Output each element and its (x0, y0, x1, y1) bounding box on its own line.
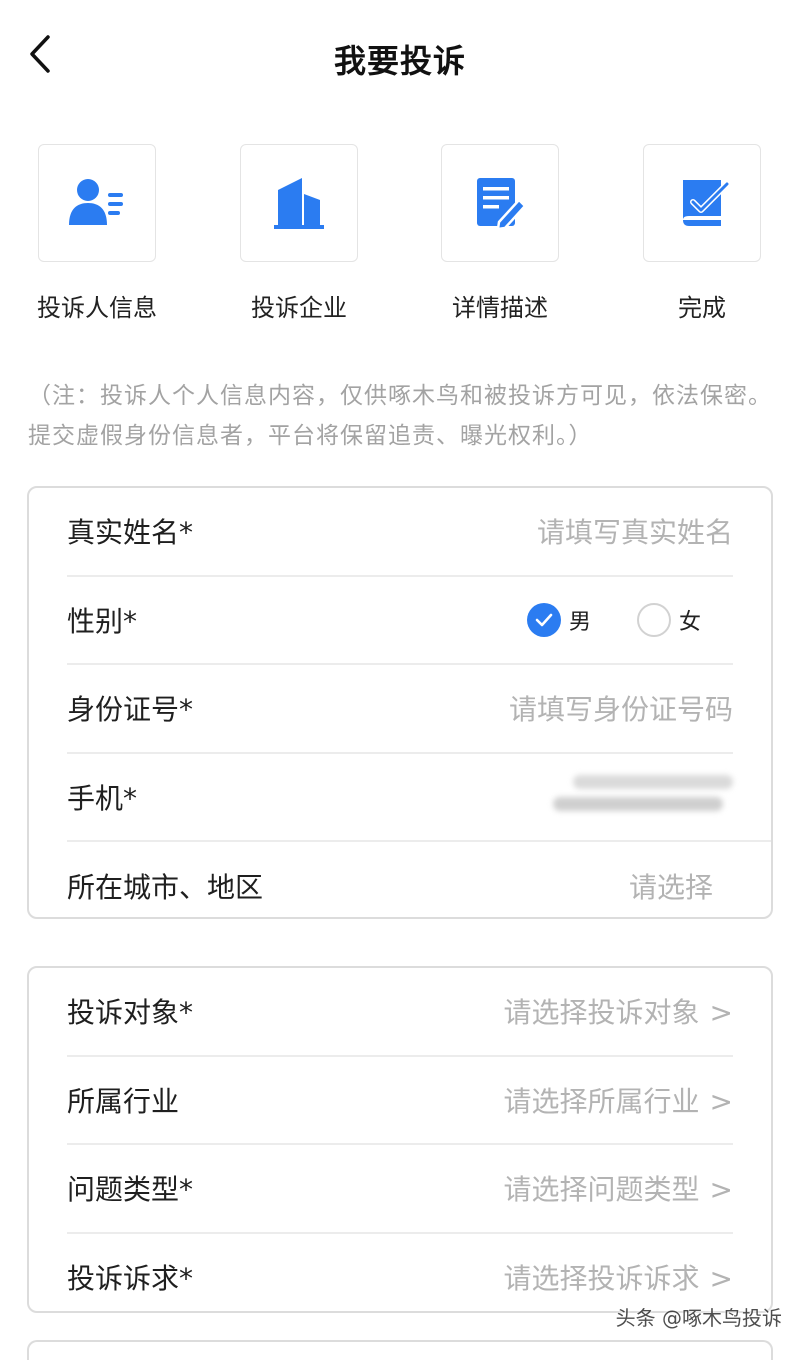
gender-female-radio[interactable]: 女 (636, 602, 701, 637)
name-label: 真实姓名* (67, 516, 194, 550)
demand-select[interactable]: 请选择投诉诉求 > (504, 1257, 733, 1297)
check-book-icon (683, 180, 729, 226)
step-icon-box (240, 144, 358, 262)
demand-label: 投诉诉求* (67, 1262, 194, 1296)
complaint-target-placeholder: 请选择投诉对象 (503, 996, 700, 1030)
id-number-row[interactable]: 身份证号* 请填写身份证号码 (67, 665, 733, 754)
document-edit-icon (477, 178, 527, 230)
person-card-icon (69, 179, 123, 225)
step-indicator: 投诉人信息 投诉企业 详情描述 完成 (0, 144, 800, 334)
issue-type-row[interactable]: 问题类型* 请选择问题类型 > (67, 1145, 733, 1234)
demand-placeholder: 请选择投诉诉求 (503, 1262, 700, 1296)
complaint-info-card: 投诉对象* 请选择投诉对象 > 所属行业 请选择所属行业 > 问题类型* 请选择问题… (27, 966, 773, 1313)
issue-type-label: 问题类型* (67, 1173, 194, 1207)
phone-input-redacted[interactable] (553, 773, 733, 821)
industry-row[interactable]: 所属行业 请选择所属行业 > (67, 1057, 733, 1146)
radio-unchecked-icon (636, 602, 671, 637)
chevron-right-icon: > (709, 1262, 733, 1296)
step-complete[interactable]: 完成 (602, 144, 800, 323)
gender-radio-group: 男 女 (526, 602, 701, 637)
industry-select[interactable]: 请选择所属行业 > (504, 1080, 733, 1120)
complaint-target-label: 投诉对象* (67, 996, 194, 1030)
watermark: 头条 @啄木鸟投诉 (615, 1306, 782, 1330)
step-label: 投诉企业 (251, 294, 347, 322)
step-complainant-info[interactable]: 投诉人信息 (0, 144, 197, 323)
name-row[interactable]: 真实姓名* 请填写真实姓名 (67, 488, 733, 577)
industry-label: 所属行业 (67, 1084, 180, 1118)
step-label: 详情描述 (452, 294, 548, 322)
step-label: 投诉人信息 (37, 294, 157, 322)
name-input[interactable]: 请填写真实姓名 (537, 511, 733, 551)
header: 我要投诉 (0, 0, 800, 110)
step-icon-box (643, 144, 761, 262)
issue-type-placeholder: 请选择问题类型 (503, 1173, 700, 1207)
gender-male-label: 男 (568, 609, 591, 635)
phone-label: 手机* (67, 782, 138, 816)
chevron-right-icon: > (709, 1084, 733, 1118)
building-icon (274, 178, 324, 229)
step-icon-box (441, 144, 559, 262)
step-label: 完成 (678, 294, 726, 322)
step-icon-box (38, 144, 156, 262)
gender-female-label: 女 (678, 609, 701, 635)
issue-type-select[interactable]: 请选择问题类型 > (504, 1168, 733, 1208)
complaint-target-row[interactable]: 投诉对象* 请选择投诉对象 > (67, 968, 733, 1057)
page-title: 我要投诉 (333, 42, 466, 80)
step-company[interactable]: 投诉企业 (199, 144, 399, 323)
personal-info-card: 真实姓名* 请填写真实姓名 性别* 男 女 身份证号* 请填写身份证号码 手机* (27, 486, 773, 919)
gender-male-radio[interactable]: 男 (526, 602, 591, 637)
chevron-right-icon: > (709, 996, 733, 1030)
gender-label: 性别* (67, 604, 138, 638)
id-number-label: 身份证号* (67, 693, 194, 727)
city-select[interactable]: 请选择 (629, 866, 713, 906)
gender-row: 性别* 男 女 (67, 577, 733, 666)
next-card-edge (27, 1340, 773, 1360)
city-row[interactable]: 所在城市、地区 请选择 (67, 842, 733, 929)
chevron-right-icon: > (709, 1173, 733, 1207)
checkmark-icon (535, 613, 553, 627)
industry-placeholder: 请选择所属行业 (503, 1084, 700, 1118)
complaint-target-select[interactable]: 请选择投诉对象 > (504, 991, 733, 1031)
privacy-notice: （注：投诉人个人信息内容，仅供啄木鸟和被投诉方可见，依法保密。提交虚假身份信息者… (28, 383, 772, 449)
id-number-input[interactable]: 请填写身份证号码 (509, 688, 733, 728)
radio-checked-icon (526, 602, 561, 637)
city-label: 所在城市、地区 (67, 870, 264, 904)
step-details[interactable]: 详情描述 (400, 144, 600, 323)
phone-row[interactable]: 手机* (67, 754, 771, 843)
